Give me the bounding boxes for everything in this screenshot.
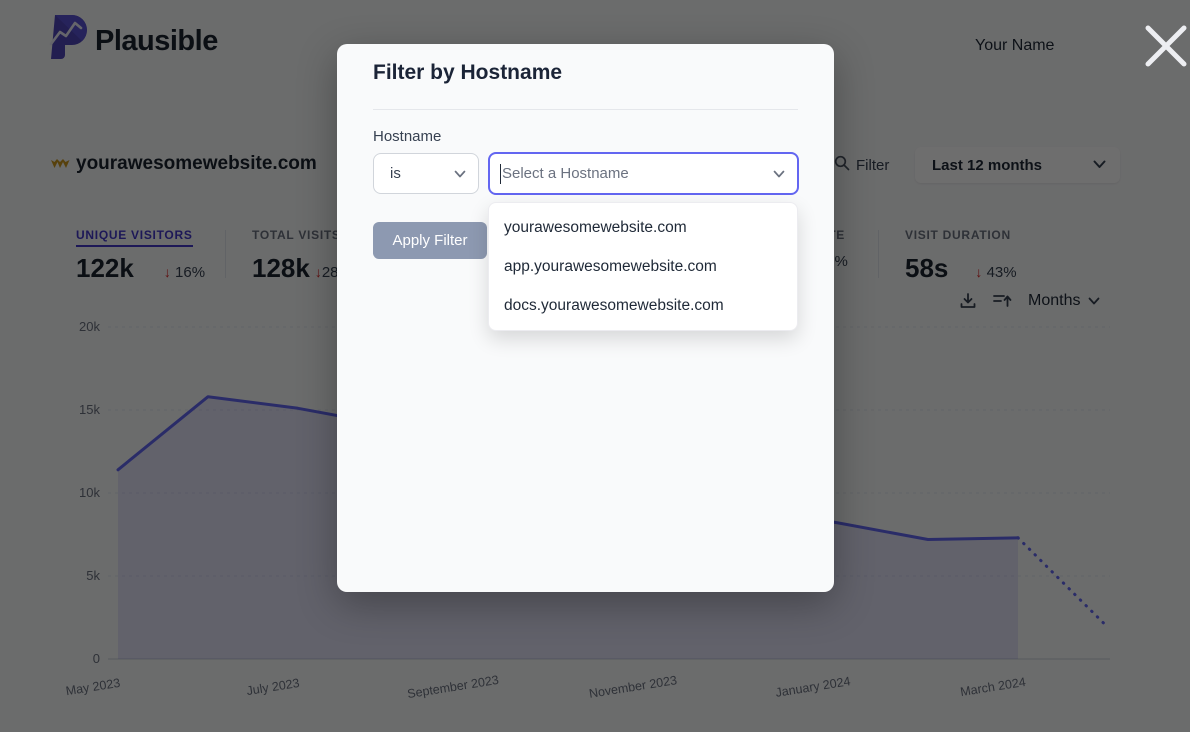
hostname-combobox[interactable]: Select a Hostname [488,152,799,195]
text-cursor [500,164,501,184]
operator-select[interactable]: is [373,153,479,194]
chevron-down-icon [454,165,466,183]
chevron-down-icon [773,165,785,183]
operator-value: is [390,165,401,182]
close-icon [1141,21,1190,71]
hostname-option[interactable]: docs.yourawesomewebsite.com [489,286,797,325]
hostname-field-label: Hostname [373,128,441,145]
hostname-option[interactable]: yourawesomewebsite.com [489,208,797,247]
apply-filter-button[interactable]: Apply Filter [373,222,487,259]
modal-divider [373,109,798,110]
modal-title: Filter by Hostname [373,61,562,85]
hostname-option[interactable]: app.yourawesomewebsite.com [489,247,797,286]
close-modal-button[interactable] [1141,21,1190,71]
hostname-options-dropdown: yourawesomewebsite.com app.yourawesomewe… [488,202,798,331]
combobox-placeholder: Select a Hostname [502,165,773,182]
